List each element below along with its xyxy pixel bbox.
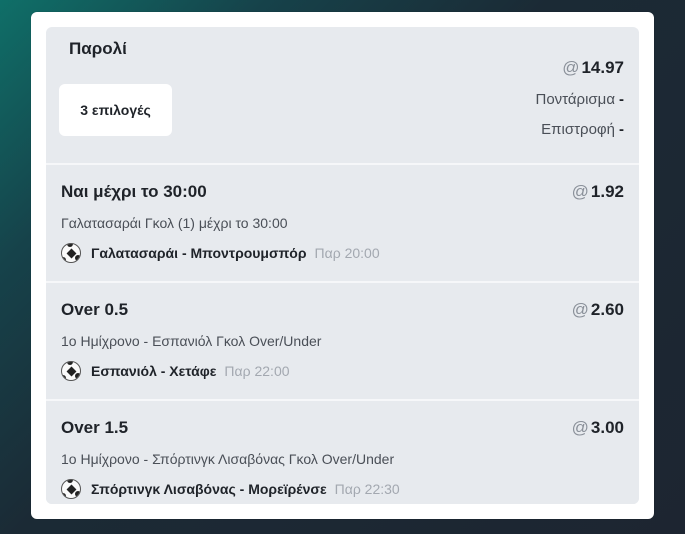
odds-prefix: @ [571, 182, 589, 201]
event-teams: Εσπανιόλ - Χετάφε [91, 363, 217, 379]
parlay-summary: Παρολί 3 επιλογές @14.97 Ποντάρισμα - Επι… [46, 27, 639, 163]
selection-odds-value: 1.92 [590, 182, 624, 201]
stake-row: Ποντάρισμα - [536, 91, 625, 108]
betslip-title: Παρολί [69, 39, 127, 58]
odds-prefix: @ [571, 418, 589, 437]
return-label: Επιστροφή [541, 121, 615, 138]
event-teams: Γαλατασαράι - Μποντρουμσπόρ [91, 245, 307, 261]
selection-odds: @3.00 [572, 418, 624, 438]
betslip-panel: Παρολί 3 επιλογές @14.97 Ποντάρισμα - Επι… [46, 27, 639, 504]
total-odds: @14.97 [562, 58, 624, 78]
soccer-ball-icon [61, 243, 81, 263]
event-time: Παρ 20:00 [314, 245, 380, 261]
selection-odds: @1.92 [572, 182, 624, 202]
selection-name: Over 1.5 [61, 418, 129, 437]
event-time: Παρ 22:00 [224, 363, 290, 379]
selection-item[interactable]: Over 1.5 @3.00 1ο Ημίχρονο - Σπόρτινγκ Λ… [46, 399, 639, 504]
return-row: Επιστροφή - [541, 121, 624, 138]
selection-event: Σπόρτινγκ Λισαβόνας - Μορεϊρένσε Παρ 22:… [61, 479, 400, 499]
soccer-ball-icon [61, 479, 81, 499]
odds-prefix: @ [562, 58, 580, 77]
return-value: - [619, 121, 624, 138]
selection-market: 1ο Ημίχρονο - Εσπανιόλ Γκολ Over/Under [61, 333, 322, 349]
event-time: Παρ 22:30 [334, 481, 400, 497]
selection-name: Ναι μέχρι το 30:00 [61, 182, 207, 201]
stake-value: - [619, 91, 624, 108]
selection-event: Γαλατασαράι - Μποντρουμσπόρ Παρ 20:00 [61, 243, 380, 263]
selection-name: Over 0.5 [61, 300, 129, 319]
selection-item[interactable]: Ναι μέχρι το 30:00 @1.92 Γαλατασαράι Γκο… [46, 163, 639, 281]
selection-event: Εσπανιόλ - Χετάφε Παρ 22:00 [61, 361, 290, 381]
selection-odds-value: 2.60 [590, 300, 624, 319]
selection-odds: @2.60 [572, 300, 624, 320]
betslip-card: Παρολί 3 επιλογές @14.97 Ποντάρισμα - Επι… [31, 12, 654, 519]
total-odds-value: 14.97 [581, 58, 624, 77]
stake-label: Ποντάρισμα [535, 91, 616, 108]
selection-item[interactable]: Over 0.5 @2.60 1ο Ημίχρονο - Εσπανιόλ Γκ… [46, 281, 639, 399]
selections-count-button[interactable]: 3 επιλογές [59, 84, 172, 136]
selection-market: Γαλατασαράι Γκολ (1) μέχρι το 30:00 [61, 215, 288, 231]
selection-odds-value: 3.00 [590, 418, 624, 437]
selection-market: 1ο Ημίχρονο - Σπόρτινγκ Λισαβόνας Γκολ O… [61, 451, 395, 467]
event-teams: Σπόρτινγκ Λισαβόνας - Μορεϊρένσε [91, 481, 327, 497]
soccer-ball-icon [61, 361, 81, 381]
odds-prefix: @ [571, 300, 589, 319]
